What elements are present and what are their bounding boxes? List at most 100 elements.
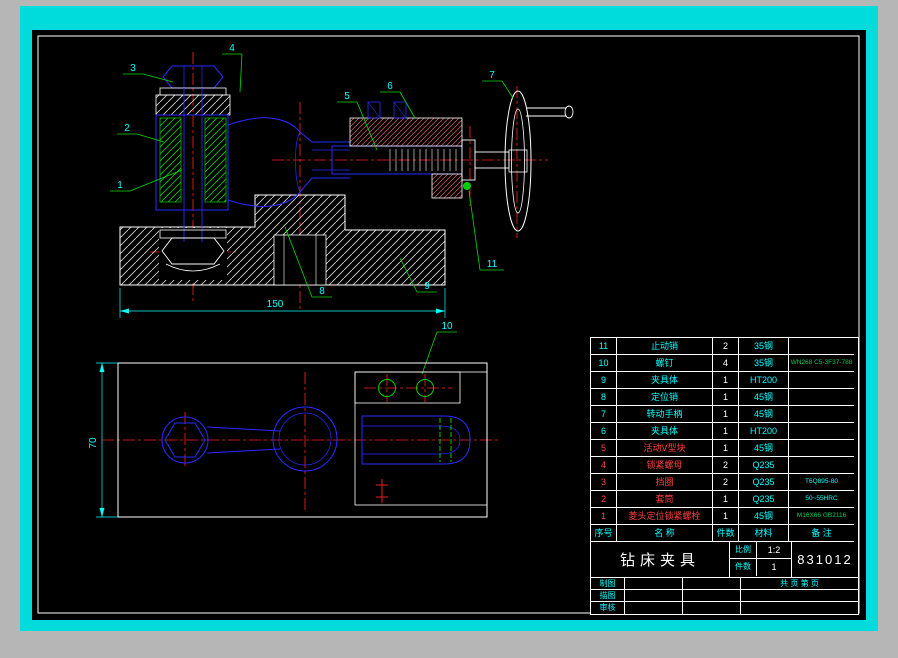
bom-cell-no: 2 bbox=[591, 491, 617, 508]
bom-cell-name: 止动销 bbox=[617, 338, 713, 355]
bom-cell-qty: 1 bbox=[713, 406, 739, 423]
bom-cell-name: 套筒 bbox=[617, 491, 713, 508]
guide-block bbox=[350, 102, 471, 198]
callout-10: 10 bbox=[422, 321, 457, 374]
fixture-base bbox=[120, 195, 445, 285]
drawing-title: 钻床夹具 bbox=[591, 542, 730, 577]
svg-text:5: 5 bbox=[344, 91, 350, 102]
title-block-footer: 制图 共 页 第 页 描图 审核 bbox=[591, 578, 858, 614]
bom-row: 7 转动手柄 1 45钢 bbox=[591, 406, 858, 423]
callout-2: 2 bbox=[117, 123, 164, 142]
empty-cell bbox=[625, 590, 683, 602]
sheet-note: 共 页 第 页 bbox=[741, 578, 858, 590]
bom-cell-remark: 50~55HRC bbox=[789, 491, 854, 508]
scale-label: 比例 bbox=[730, 542, 757, 559]
bom-cell-material: 45钢 bbox=[739, 406, 789, 423]
svg-text:4: 4 bbox=[229, 43, 235, 54]
empty-cell bbox=[625, 578, 683, 590]
callout-6: 6 bbox=[380, 81, 415, 118]
title-block-main: 钻床夹具 比例 1:2 件数 1 831012 bbox=[591, 542, 858, 578]
bom-cell-name: 锁紧螺母 bbox=[617, 457, 713, 474]
bom-cell-name: 转动手柄 bbox=[617, 406, 713, 423]
bom-header-no: 序号 bbox=[591, 525, 617, 542]
dim-150: 150 bbox=[120, 288, 445, 318]
bom-cell-qty: 1 bbox=[713, 440, 739, 457]
callout-11: 11 bbox=[469, 191, 504, 270]
bom-cell-name: 夹具体 bbox=[617, 372, 713, 389]
bom-row: 11 止动销 2 35钢 bbox=[591, 338, 858, 355]
bom-row: 2 套筒 1 Q235 50~55HRC bbox=[591, 491, 858, 508]
bom-cell-remark bbox=[789, 338, 854, 355]
dim-70-value: 70 bbox=[88, 437, 99, 449]
bom-cell-remark: M16X66 GB2116 bbox=[789, 508, 854, 525]
bom-cell-name: 菱头定位锁紧螺栓 bbox=[617, 508, 713, 525]
bom-cell-remark bbox=[789, 372, 854, 389]
empty-cell bbox=[741, 590, 858, 602]
bom-cell-name: 挡圈 bbox=[617, 474, 713, 491]
handle-knob bbox=[565, 106, 573, 118]
bom-cell-no: 3 bbox=[591, 474, 617, 491]
callout-3: 3 bbox=[123, 63, 173, 82]
bom-cell-no: 4 bbox=[591, 457, 617, 474]
bom-cell-qty: 1 bbox=[713, 423, 739, 440]
bom-cell-material: Q235 bbox=[739, 457, 789, 474]
svg-text:9: 9 bbox=[424, 281, 430, 292]
svg-text:10: 10 bbox=[441, 321, 453, 332]
bom-cell-material: Q235 bbox=[739, 491, 789, 508]
drawing-number: 831012 bbox=[792, 542, 858, 577]
svg-text:3: 3 bbox=[130, 63, 136, 74]
bom-cell-name: 定位销 bbox=[617, 389, 713, 406]
bom-cell-material: 45钢 bbox=[739, 508, 789, 525]
scale-value: 1:2 bbox=[757, 542, 791, 559]
empty-cell bbox=[625, 602, 683, 614]
empty-cell bbox=[741, 602, 858, 614]
bom-cell-no: 5 bbox=[591, 440, 617, 457]
bom-row: 4 锁紧螺母 2 Q235 bbox=[591, 457, 858, 474]
callout-7: 7 bbox=[482, 70, 513, 98]
bom-cell-qty: 2 bbox=[713, 474, 739, 491]
role-check-label: 审核 bbox=[591, 602, 625, 614]
viewer-frame: 150 1 2 3 4 5 6 7 8 9 10 11 bbox=[20, 6, 878, 631]
qty-label: 件数 bbox=[730, 559, 757, 576]
plan-mechanism bbox=[162, 407, 470, 471]
bom-cell-qty: 2 bbox=[713, 338, 739, 355]
locating-pin-dot bbox=[463, 182, 471, 190]
footer-row: 描图 bbox=[591, 590, 858, 602]
bom-cell-material: 35钢 bbox=[739, 338, 789, 355]
bom-header-qty: 件数 bbox=[713, 525, 739, 542]
bom-cell-no: 6 bbox=[591, 423, 617, 440]
footer-row: 审核 bbox=[591, 602, 858, 614]
empty-cell bbox=[683, 590, 741, 602]
bom-cell-material: HT200 bbox=[739, 372, 789, 389]
plan-view: 70 bbox=[88, 363, 500, 517]
scale-qty-block: 比例 1:2 件数 1 bbox=[730, 542, 792, 577]
bom-cell-qty: 1 bbox=[713, 389, 739, 406]
parts-list-table: 11 止动销 2 35钢 10 螺钉 4 35钢 WN268 C5-3F37-7… bbox=[590, 337, 859, 615]
role-trace-label: 描图 bbox=[591, 590, 625, 602]
bom-row: 9 夹具体 1 HT200 bbox=[591, 372, 858, 389]
bom-cell-name: 螺钉 bbox=[617, 355, 713, 372]
svg-text:7: 7 bbox=[489, 70, 495, 81]
bom-cell-material: HT200 bbox=[739, 423, 789, 440]
svg-text:6: 6 bbox=[387, 81, 393, 92]
footer-row: 制图 共 页 第 页 bbox=[591, 578, 858, 590]
bom-cell-material: 35钢 bbox=[739, 355, 789, 372]
dim-150-value: 150 bbox=[267, 299, 284, 310]
bom-row: 3 挡圈 2 Q235 T6Q895-80 bbox=[591, 474, 858, 491]
front-view: 150 1 2 3 4 5 6 7 8 9 10 11 bbox=[110, 43, 573, 374]
empty-cell bbox=[683, 602, 741, 614]
empty-cell bbox=[683, 578, 741, 590]
bom-row: 1 菱头定位锁紧螺栓 1 45钢 M16X66 GB2116 bbox=[591, 508, 858, 525]
bom-cell-no: 11 bbox=[591, 338, 617, 355]
bom-cell-qty: 2 bbox=[713, 457, 739, 474]
bom-cell-remark: WN268 C5-3F37-788 bbox=[789, 355, 854, 372]
bom-cell-qty: 1 bbox=[713, 372, 739, 389]
bom-cell-no: 7 bbox=[591, 406, 617, 423]
svg-text:2: 2 bbox=[124, 123, 130, 134]
bom-cell-remark bbox=[789, 457, 854, 474]
bom-cell-remark bbox=[789, 406, 854, 423]
bom-cell-material: 45钢 bbox=[739, 389, 789, 406]
bushing-right bbox=[205, 118, 226, 202]
drawing-sheet[interactable]: 150 1 2 3 4 5 6 7 8 9 10 11 bbox=[32, 30, 866, 620]
bom-cell-name: 夹具体 bbox=[617, 423, 713, 440]
